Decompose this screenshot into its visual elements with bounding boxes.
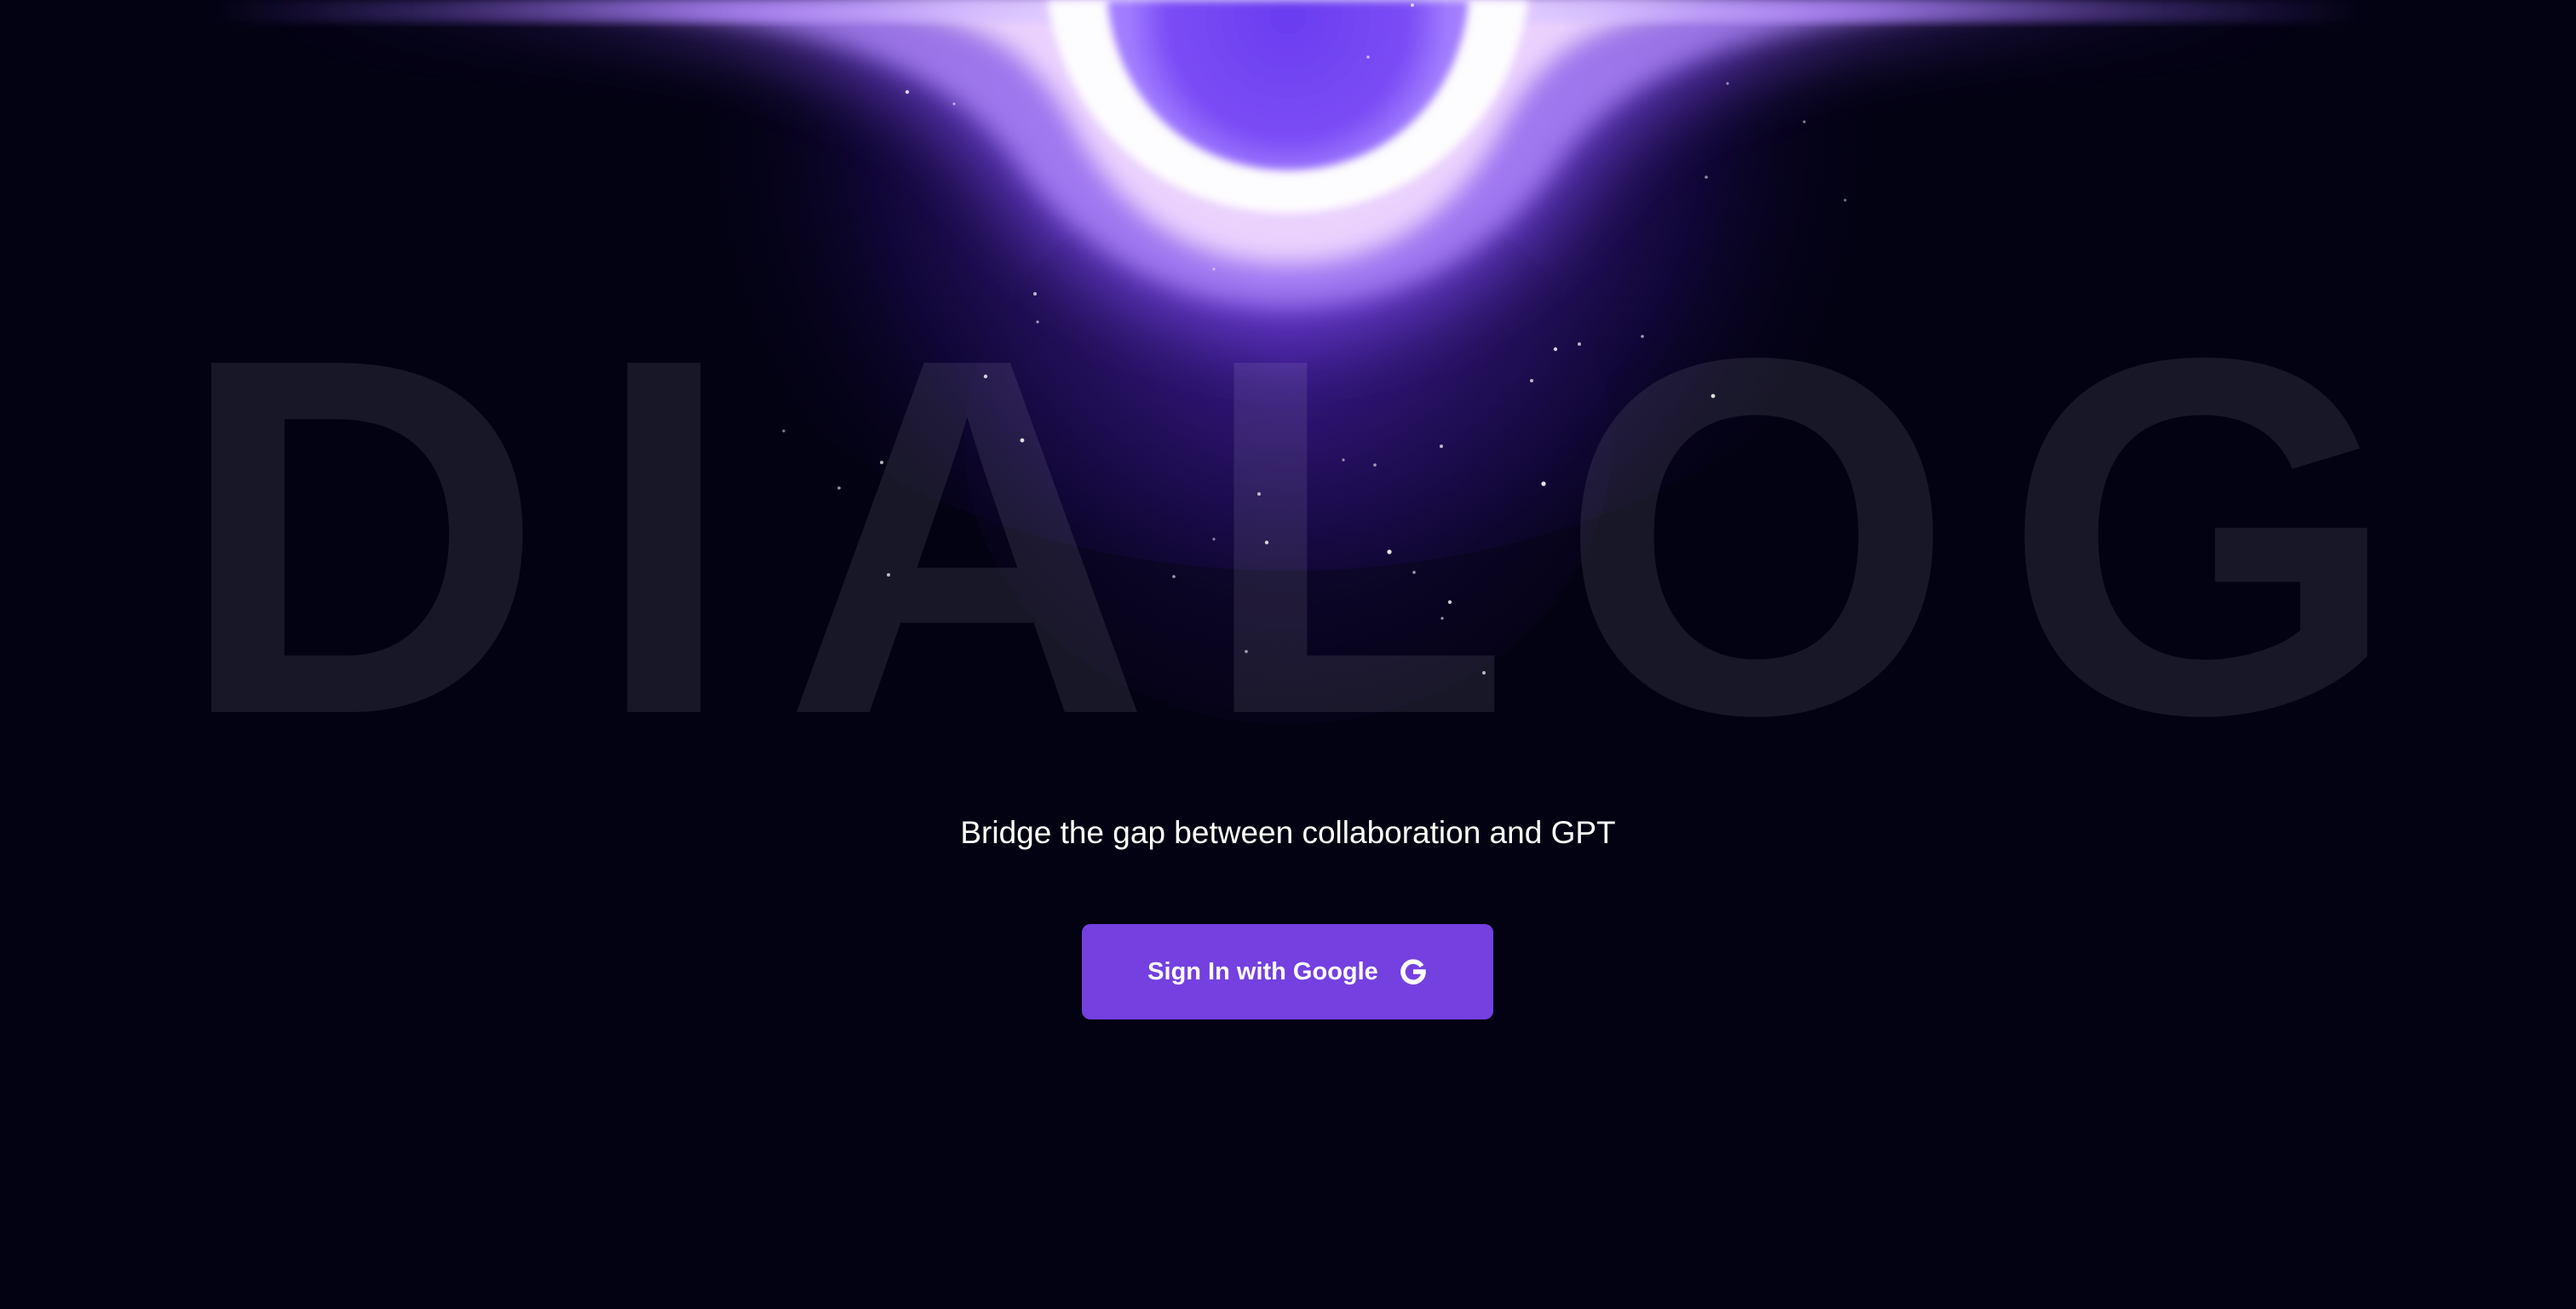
tagline: Bridge the gap between collaboration and… [960,815,1616,850]
starfield-decoration [782,3,1847,675]
google-icon [1399,957,1428,986]
sign-in-button-label: Sign In with Google [1147,957,1378,985]
brand-wordmark: DIALOG [177,253,2448,820]
black-hole-glow-graphic [213,0,2363,724]
login-page: DIALOG Bridge the gap between collaborat… [0,0,2576,1309]
sign-in-with-google-button[interactable]: Sign In with Google [1082,924,1493,1019]
